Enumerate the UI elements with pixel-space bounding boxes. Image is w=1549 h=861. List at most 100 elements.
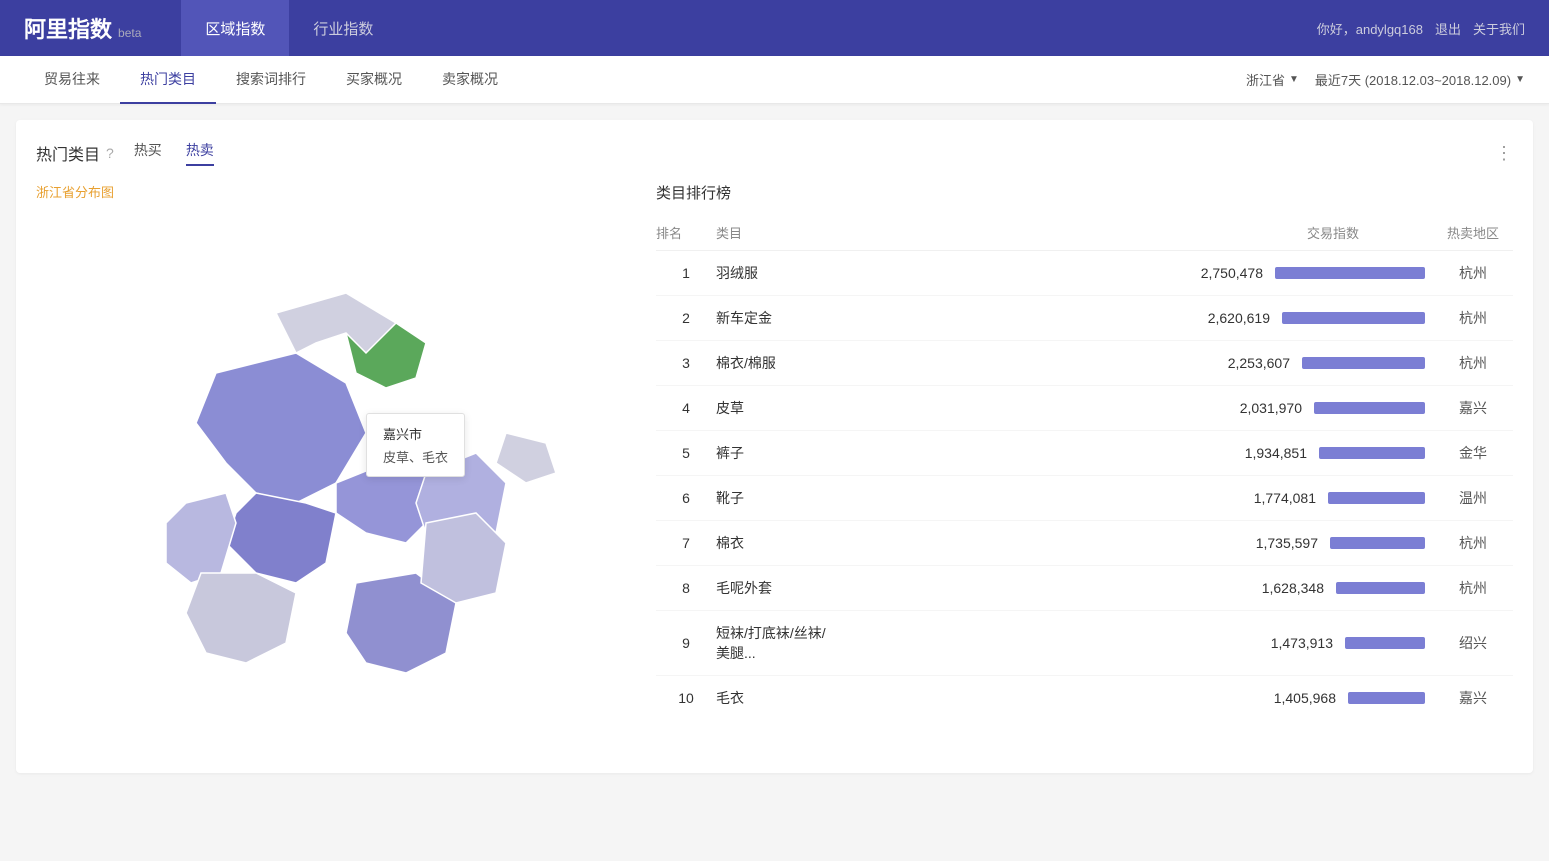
region-cell: 杭州 [1433, 353, 1513, 373]
value-cell: 2,620,619 [1190, 310, 1270, 326]
value-cell: 1,628,348 [1244, 580, 1324, 596]
region-cell: 嘉兴 [1433, 688, 1513, 708]
logo-beta: beta [118, 26, 141, 40]
tab-hotbuy[interactable]: 热买 [134, 140, 162, 166]
province-arrow-icon: ▼ [1289, 74, 1299, 85]
rank-cell: 3 [656, 355, 716, 371]
subnav-buyer[interactable]: 买家概况 [326, 56, 422, 104]
bar-fill [1348, 692, 1425, 704]
table-row: 1 羽绒服 2,750,478 杭州 [656, 251, 1513, 296]
rank-cell: 8 [656, 580, 716, 596]
subnav-trade[interactable]: 贸易往来 [24, 56, 120, 104]
rank-cell: 5 [656, 445, 716, 461]
map-container[interactable]: 嘉兴市 皮草、毛衣 [36, 213, 616, 753]
province-selector[interactable]: 浙江省 ▼ [1246, 70, 1299, 89]
bar-fill [1314, 402, 1425, 414]
region-cell: 杭州 [1433, 533, 1513, 553]
category-cell[interactable]: 裤子 [716, 443, 836, 463]
bar-cell [1275, 267, 1425, 279]
map-title: 浙江省分布图 [36, 182, 636, 201]
date-selector[interactable]: 最近7天 (2018.12.03~2018.12.09) ▼ [1315, 70, 1525, 89]
card-actions: ⋮ [1495, 143, 1513, 164]
header: 阿里指数 beta 区域指数 行业指数 你好，andylgq168 退出 关于我… [0, 0, 1549, 56]
col-empty [836, 223, 1233, 242]
category-cell[interactable]: 皮草 [716, 398, 836, 418]
col-category: 类目 [716, 223, 836, 242]
region-cell: 杭州 [1433, 578, 1513, 598]
table-row: 6 靴子 1,774,081 温州 [656, 476, 1513, 521]
region-cell: 嘉兴 [1433, 398, 1513, 418]
logo-text: 阿里指数 [24, 12, 112, 44]
value-cell: 2,750,478 [1183, 265, 1263, 281]
logo-area: 阿里指数 beta [24, 12, 141, 44]
bar-cell [1314, 402, 1425, 414]
province-map [36, 213, 616, 753]
rank-cell: 7 [656, 535, 716, 551]
main-card: 热门类目 ? 热买 热卖 ⋮ 浙江省分布图 [16, 120, 1533, 773]
date-arrow-icon: ▼ [1515, 74, 1525, 85]
bar-cell [1319, 447, 1425, 459]
table-row: 8 毛呢外套 1,628,348 杭州 [656, 566, 1513, 611]
category-cell[interactable]: 靴子 [716, 488, 836, 508]
main-content: 热门类目 ? 热买 热卖 ⋮ 浙江省分布图 [0, 104, 1549, 789]
bar-fill [1302, 357, 1425, 369]
map-section: 浙江省分布图 [36, 182, 636, 753]
col-trade: 交易指数 [1233, 223, 1433, 242]
table-body: 1 羽绒服 2,750,478 杭州 2 新车定金 2,620,619 杭州 3… [656, 251, 1513, 720]
table-row: 7 棉衣 1,735,597 杭州 [656, 521, 1513, 566]
subnav: 贸易往来 热门类目 搜索词排行 买家概况 卖家概况 浙江省 ▼ 最近7天 (20… [0, 56, 1549, 104]
category-cell[interactable]: 新车定金 [716, 308, 836, 328]
bar-cell [1336, 582, 1425, 594]
card-title: 热门类目 [36, 141, 100, 165]
bar-fill [1336, 582, 1425, 594]
col-region: 热卖地区 [1433, 223, 1513, 242]
nav-item-regional[interactable]: 区域指数 [181, 0, 289, 56]
about-link[interactable]: 关于我们 [1473, 19, 1525, 38]
region-cell: 杭州 [1433, 263, 1513, 283]
region-cell: 绍兴 [1433, 633, 1513, 653]
region-cell: 杭州 [1433, 308, 1513, 328]
date-label: 最近7天 (2018.12.03~2018.12.09) [1315, 70, 1511, 89]
bar-cell [1282, 312, 1425, 324]
table-row: 9 短袜/打底袜/丝袜/美腿... 1,473,913 绍兴 [656, 611, 1513, 676]
bar-fill [1345, 637, 1425, 649]
value-cell: 2,031,970 [1222, 400, 1302, 416]
value-cell: 1,473,913 [1253, 635, 1333, 651]
bar-cell [1348, 692, 1425, 704]
rank-cell: 9 [656, 635, 716, 651]
col-rank: 排名 [656, 223, 716, 242]
province-label: 浙江省 [1246, 70, 1285, 89]
category-cell[interactable]: 毛衣 [716, 688, 836, 708]
table-row: 5 裤子 1,934,851 金华 [656, 431, 1513, 476]
subnav-search[interactable]: 搜索词排行 [216, 56, 326, 104]
category-cell[interactable]: 棉衣 [716, 533, 836, 553]
category-cell[interactable]: 棉衣/棉服 [716, 353, 836, 373]
table-row: 2 新车定金 2,620,619 杭州 [656, 296, 1513, 341]
category-cell[interactable]: 羽绒服 [716, 263, 836, 283]
value-cell: 1,934,851 [1227, 445, 1307, 461]
category-cell[interactable]: 短袜/打底袜/丝袜/美腿... [716, 623, 836, 663]
nav-item-industry[interactable]: 行业指数 [289, 0, 397, 56]
table-row: 10 毛衣 1,405,968 嘉兴 [656, 676, 1513, 720]
card-header: 热门类目 ? 热买 热卖 ⋮ [36, 140, 1513, 166]
bar-fill [1282, 312, 1425, 324]
subnav-hotcat[interactable]: 热门类目 [120, 56, 216, 104]
table-row: 4 皮草 2,031,970 嘉兴 [656, 386, 1513, 431]
logout-link[interactable]: 退出 [1435, 19, 1461, 38]
share-icon[interactable]: ⋮ [1495, 143, 1513, 164]
rank-cell: 6 [656, 490, 716, 506]
tab-hotsell[interactable]: 热卖 [186, 140, 214, 166]
card-tabs: 热买 热卖 [134, 140, 214, 166]
rank-cell: 4 [656, 400, 716, 416]
value-cell: 2,253,607 [1210, 355, 1290, 371]
header-right: 你好，andylgq168 退出 关于我们 [1317, 19, 1525, 38]
header-nav: 区域指数 行业指数 [181, 0, 397, 56]
value-cell: 1,735,597 [1238, 535, 1318, 551]
bar-cell [1330, 537, 1425, 549]
bar-fill [1319, 447, 1425, 459]
category-cell[interactable]: 毛呢外套 [716, 578, 836, 598]
bar-fill [1328, 492, 1425, 504]
subnav-seller[interactable]: 卖家概况 [422, 56, 518, 104]
table-header: 排名 类目 交易指数 热卖地区 [656, 215, 1513, 251]
bar-cell [1328, 492, 1425, 504]
